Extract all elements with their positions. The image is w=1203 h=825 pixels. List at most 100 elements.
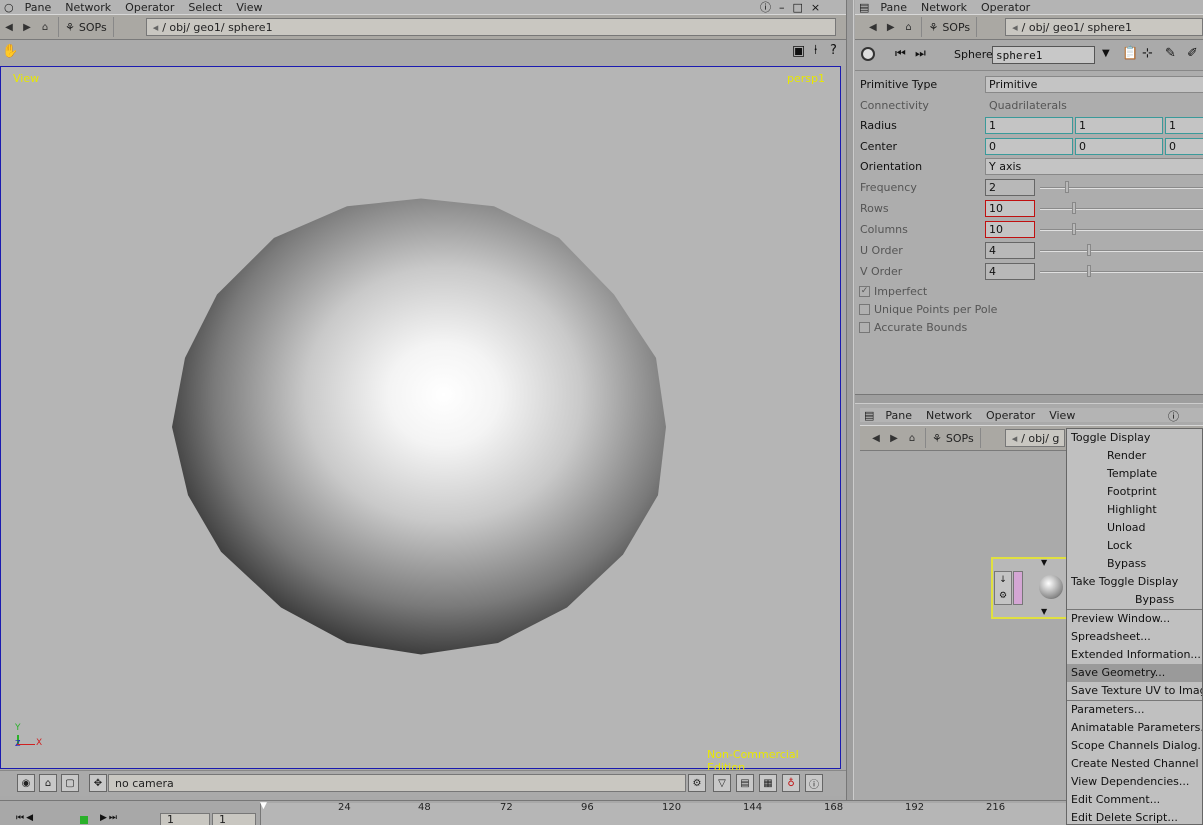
playback-controls[interactable]: ⏮◀ <box>16 813 35 823</box>
v-order-slider[interactable] <box>1040 271 1203 273</box>
display-options-icon[interactable]: ▣ <box>792 43 805 59</box>
context-menu-item[interactable]: Edit Delete Script... <box>1067 809 1202 824</box>
param-forward-arrow-icon[interactable]: ▶ <box>883 20 899 34</box>
net-back-arrow-icon[interactable]: ◀ <box>868 431 884 445</box>
toggle-accurate-bounds[interactable]: Accurate Bounds <box>859 318 967 337</box>
context-menu-item[interactable]: Render <box>1067 447 1202 465</box>
context-selector[interactable]: ⚘ SOPs <box>58 17 114 37</box>
radius-y-field[interactable]: 1 <box>1075 117 1163 134</box>
operator-name-field[interactable]: sphere1 <box>992 46 1095 64</box>
tree-icon[interactable]: ⊹ <box>1142 46 1153 61</box>
frame-start-field[interactable]: 1 <box>160 813 210 825</box>
context-menu-item[interactable]: Save Geometry... <box>1067 664 1202 682</box>
context-menu-item[interactable]: Unload <box>1067 519 1202 537</box>
close-icon[interactable]: × <box>811 1 820 14</box>
context-menu-item[interactable]: View Dependencies... <box>1067 773 1202 791</box>
net-menu-pane[interactable]: Pane <box>878 409 919 422</box>
viewer-info-icon[interactable]: ⓘ <box>805 774 823 792</box>
grid-icon[interactable]: ▦ <box>759 774 777 792</box>
center-y-field[interactable]: 0 <box>1075 138 1163 155</box>
minimize-icon[interactable]: – <box>779 1 785 14</box>
context-menu-item[interactable]: Take Toggle Display <box>1067 573 1202 591</box>
home-view-icon[interactable]: ⌂ <box>39 774 57 792</box>
shading-icon[interactable]: ▤ <box>736 774 754 792</box>
param-pane-type-icon[interactable]: ▤ <box>855 1 873 14</box>
orientation-menu[interactable]: Y axis <box>985 158 1203 175</box>
filter-icon[interactable]: ▽ <box>713 774 731 792</box>
radius-z-field[interactable]: 1 <box>1165 117 1203 134</box>
context-menu-item[interactable]: Spreadsheet... <box>1067 628 1202 646</box>
param-path-field[interactable]: ◂ / obj/ geo1/ sphere1 <box>1005 18 1203 36</box>
ortho-view-icon[interactable]: ▢ <box>61 774 79 792</box>
param-back-arrow-icon[interactable]: ◀ <box>865 20 881 34</box>
context-menu-item[interactable]: Animatable Parameters... <box>1067 719 1202 737</box>
forward-arrow-icon[interactable]: ▶ <box>19 20 35 34</box>
context-menu-item[interactable]: Footprint <box>1067 483 1202 501</box>
rows-field[interactable]: 10 <box>985 200 1035 217</box>
context-menu-item[interactable]: Save Texture UV to Image <box>1067 682 1202 700</box>
primitive-type-menu[interactable]: Primitive <box>985 76 1203 93</box>
radius-x-field[interactable]: 1 <box>985 117 1073 134</box>
net-info-icon[interactable]: ⓘ <box>1168 408 1179 424</box>
net-context-selector[interactable]: ⚘ SOPs <box>925 428 981 448</box>
toggle-unique-points[interactable]: Unique Points per Pole <box>859 300 997 319</box>
camera-view-icon[interactable]: ◉ <box>17 774 35 792</box>
context-menu-item[interactable]: Template <box>1067 465 1202 483</box>
vertical-splitter[interactable] <box>846 0 854 800</box>
camera-field[interactable]: no camera <box>108 774 686 792</box>
columns-slider[interactable] <box>1040 229 1203 231</box>
checkbox-imperfect[interactable]: ✓ <box>859 286 870 297</box>
record-icon[interactable]: ♁ <box>782 774 800 792</box>
lock-camera-icon[interactable]: ⚙ <box>688 774 706 792</box>
context-menu-item[interactable]: Scope Channels Dialog... <box>1067 737 1202 755</box>
context-menu-item[interactable]: Extended Information... <box>1067 646 1202 664</box>
net-menu-view[interactable]: View <box>1042 409 1082 422</box>
pin-icon[interactable]: ⍿ <box>814 43 817 58</box>
camera-menu-icon[interactable]: ✥ <box>89 774 107 792</box>
edit-icon[interactable]: ✐ <box>1187 46 1198 61</box>
columns-field[interactable]: 10 <box>985 221 1035 238</box>
checkbox-accurate-bounds[interactable] <box>859 322 870 333</box>
context-menu-item[interactable]: Toggle Display <box>1067 429 1202 447</box>
v-order-field[interactable]: 4 <box>985 263 1035 280</box>
time-cursor-icon[interactable]: ▼ <box>260 801 267 811</box>
param-menu-pane[interactable]: Pane <box>873 1 914 14</box>
context-menu-item[interactable]: Highlight <box>1067 501 1202 519</box>
columns-slider-handle[interactable] <box>1072 223 1076 235</box>
context-menu-item[interactable]: Create Nested Channel Gro <box>1067 755 1202 773</box>
rows-slider[interactable] <box>1040 208 1203 210</box>
rows-slider-handle[interactable] <box>1072 202 1076 214</box>
prev-operator-icon[interactable]: ⏮ <box>895 46 906 61</box>
node-output-icon[interactable]: ▼ <box>1041 607 1047 616</box>
playback-forward-controls[interactable]: ▶⏭ <box>100 813 119 823</box>
home-icon[interactable]: ⌂ <box>37 20 53 34</box>
info-icon[interactable]: ⓘ <box>760 0 771 15</box>
param-menu-network[interactable]: Network <box>914 1 974 14</box>
frequency-slider-handle[interactable] <box>1065 181 1069 193</box>
u-order-slider[interactable] <box>1040 250 1203 252</box>
param-context-selector[interactable]: ⚘ SOPs <box>921 17 978 37</box>
help-icon[interactable]: ? <box>830 43 837 58</box>
frequency-field[interactable]: 2 <box>985 179 1035 196</box>
node-flags[interactable]: ↓ ⚙ <box>994 571 1012 605</box>
net-home-icon[interactable]: ⌂ <box>904 431 920 445</box>
path-field[interactable]: ◂ / obj/ geo1/ sphere1 <box>145 18 836 36</box>
sphere-node[interactable]: ↓ ⚙ ▼ ▼ <box>991 557 1071 619</box>
menu-pane[interactable]: Pane <box>18 1 59 14</box>
network-pane-type-icon[interactable]: ▤ <box>860 409 878 422</box>
context-menu-item[interactable]: Edit Comment... <box>1067 791 1202 809</box>
camera-label[interactable]: persp1 <box>787 72 825 85</box>
pane-type-icon[interactable]: ○ <box>0 1 18 14</box>
v-order-slider-handle[interactable] <box>1087 265 1091 277</box>
context-menu-item[interactable]: Parameters... <box>1067 701 1202 719</box>
center-x-field[interactable]: 0 <box>985 138 1073 155</box>
context-menu-item[interactable]: Bypass <box>1067 591 1202 609</box>
u-order-field[interactable]: 4 <box>985 242 1035 259</box>
net-forward-arrow-icon[interactable]: ▶ <box>886 431 902 445</box>
clipboard-icon[interactable]: 📋 <box>1122 46 1138 61</box>
context-menu-item[interactable]: Bypass <box>1067 555 1202 573</box>
viewport[interactable]: View persp1 Y Z X Non-Commercial Edition <box>0 66 841 774</box>
maximize-icon[interactable]: □ <box>793 1 803 14</box>
connectivity-menu[interactable]: Quadrilaterals <box>985 97 1203 114</box>
frame-current-field[interactable]: 1 <box>212 813 256 825</box>
